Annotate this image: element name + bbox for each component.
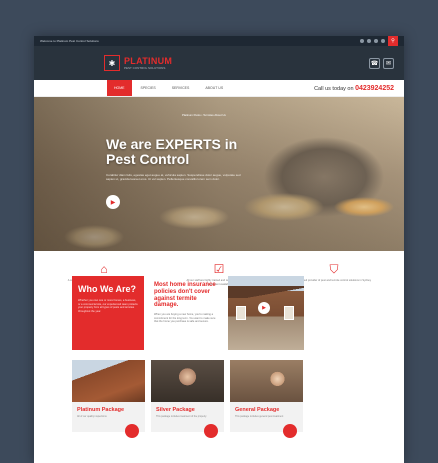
call-number: 0423924252 <box>355 84 394 92</box>
nav-items: HOME SPECIES SERVICES ABOUT US <box>107 80 230 96</box>
call-label: Call us today on <box>314 85 354 92</box>
play-icon[interactable]: ▶ <box>258 302 270 314</box>
package-image <box>72 360 145 402</box>
header: ✱ PLATINUM PEST CONTROL SOLUTIONS ☎ ✉ <box>34 46 404 80</box>
package-button[interactable] <box>283 424 297 438</box>
hero-title-line2: Pest Control <box>106 151 190 167</box>
home-icon: ⌂ <box>100 262 108 276</box>
package-title: Silver Package <box>156 407 195 413</box>
search-icon[interactable]: ⚲ <box>388 36 398 46</box>
package-text: This package includes treatment of the p… <box>156 415 207 418</box>
content-grid: Who We Are? Whether you own one or more … <box>72 276 304 438</box>
googleplus-icon[interactable] <box>374 39 378 43</box>
feature-text: A trusted provider of pest and termite c… <box>296 279 372 282</box>
hero-banner: Platinum Pests • Termites About Us We ar… <box>34 97 404 251</box>
package-button[interactable] <box>204 424 218 438</box>
packages-row: Platinum Package All of our quality insp… <box>72 360 304 438</box>
logo-tagline: PEST CONTROL SOLUTIONS <box>124 65 166 70</box>
play-icon[interactable]: ▶ <box>106 195 120 209</box>
package-image <box>230 360 303 402</box>
logo[interactable]: ✱ PLATINUM PEST CONTROL SOLUTIONS <box>104 55 172 71</box>
package-caption: Silver Package This package includes tre… <box>151 402 224 438</box>
shield-icon: ⛉ <box>329 262 339 276</box>
house-window <box>236 306 246 320</box>
package-card[interactable]: General Package This package includes ge… <box>230 360 303 438</box>
insurance-text: When you are buying a new home, you're m… <box>154 313 216 324</box>
nav-item-services[interactable]: SERVICES <box>165 80 197 96</box>
package-title: General Package <box>235 407 280 413</box>
insurance-card: Most home insurance policies don't cover… <box>150 276 222 350</box>
top-bar-right: ⚲ <box>360 36 398 46</box>
spider-icon: ✱ <box>104 55 120 71</box>
package-card[interactable]: Silver Package This package includes tre… <box>151 360 224 438</box>
hero-subtitle: Curabitur diam felis, egestas eget augue… <box>106 173 241 181</box>
nav-item-species[interactable]: SPECIES <box>134 80 163 96</box>
package-title: Platinum Package <box>77 407 125 413</box>
package-caption: General Package This package includes ge… <box>230 402 303 438</box>
call-us[interactable]: Call us today on 0423924252 <box>314 85 394 92</box>
linkedin-icon[interactable] <box>381 39 385 43</box>
who-we-are-card[interactable]: Who We Are? Whether you own one or more … <box>72 276 144 350</box>
hero-title-line1: We are EXPERTS in <box>106 136 238 152</box>
house-video[interactable]: ▶ <box>228 276 304 350</box>
insurance-title: Most home insurance policies don't cover… <box>154 282 216 309</box>
checkbox-icon: ☑ <box>213 262 225 276</box>
who-text: Whether you own one or more homes, a bus… <box>78 299 138 313</box>
facebook-icon[interactable] <box>360 39 364 43</box>
welcome-text: Welcome to Platinum Pest Control Solutio… <box>40 39 99 43</box>
phone-icon[interactable]: ☎ <box>369 57 380 69</box>
breadcrumb: Platinum Pests • Termites About Us <box>182 113 226 117</box>
package-text: All of our quality inspections <box>77 415 107 418</box>
package-button[interactable] <box>125 424 139 438</box>
nav-item-home[interactable]: HOME <box>107 80 132 96</box>
package-image <box>151 360 224 402</box>
logo-text: PLATINUM PEST CONTROL SOLUTIONS <box>124 55 173 70</box>
hero-title: We are EXPERTS in Pest Control <box>106 137 237 167</box>
logo-name: PLATINUM <box>124 55 173 66</box>
content-row-top: Who We Are? Whether you own one or more … <box>72 276 304 350</box>
twitter-icon[interactable] <box>367 39 371 43</box>
house-roof <box>228 286 304 298</box>
header-buttons: ☎ ✉ <box>369 57 394 69</box>
package-text: This package includes general pest treat… <box>235 415 284 418</box>
mail-icon[interactable]: ✉ <box>383 57 394 69</box>
house-window <box>284 306 294 320</box>
package-caption: Platinum Package All of our quality insp… <box>72 402 145 438</box>
nav-item-about[interactable]: ABOUT US <box>198 80 230 96</box>
who-title: Who We Are? <box>78 284 136 294</box>
package-card[interactable]: Platinum Package All of our quality insp… <box>72 360 145 438</box>
feature-item: ⛉ A trusted provider of pest and termite… <box>297 263 372 301</box>
main-nav: HOME SPECIES SERVICES ABOUT US Call us t… <box>34 80 404 97</box>
top-bar: Welcome to Platinum Pest Control Solutio… <box>34 36 404 46</box>
